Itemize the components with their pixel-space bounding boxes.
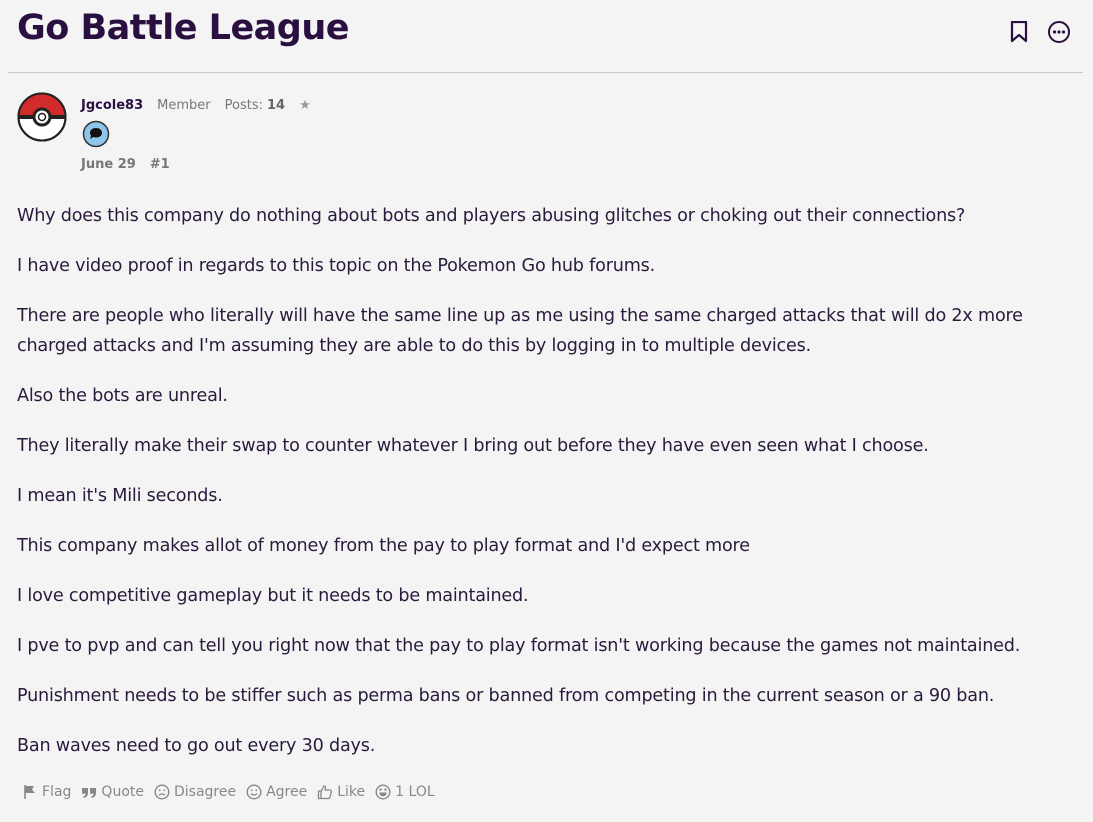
disagree-button[interactable]: Disagree xyxy=(154,784,236,800)
post-paragraph: Also the bots are unreal. xyxy=(17,386,228,406)
quote-icon xyxy=(82,788,97,798)
posts-count: 14 xyxy=(267,98,286,113)
author-role: Member xyxy=(157,98,211,113)
agree-button[interactable]: Agree xyxy=(246,784,307,800)
post-paragraph: This company makes allot of money from t… xyxy=(17,536,750,556)
star-icon: ★ xyxy=(299,98,311,113)
post-date[interactable]: June 29 xyxy=(81,157,136,172)
more-options-icon[interactable] xyxy=(1047,20,1071,44)
like-button[interactable]: Like xyxy=(317,784,365,800)
post-meta: Jgcole83 Member Posts: 14 ★ June 29 #1 xyxy=(17,92,1077,182)
like-label: Like xyxy=(337,784,366,800)
agree-label: Agree xyxy=(266,784,308,800)
post-paragraph: They literally make their swap to counte… xyxy=(17,436,929,456)
laughing-face-icon xyxy=(375,784,391,800)
post-paragraph: I pve to pvp and can tell you right now … xyxy=(17,636,1021,656)
disagree-label: Disagree xyxy=(173,784,237,800)
page-title: Go Battle League xyxy=(17,8,350,48)
bookmark-icon[interactable] xyxy=(1007,20,1031,44)
disagree-face-icon xyxy=(154,784,170,800)
lol-button[interactable]: 1 LOL xyxy=(375,784,435,800)
post-paragraph: Why does this company do nothing about b… xyxy=(17,206,966,226)
page-header: Go Battle League xyxy=(0,0,1093,73)
header-actions xyxy=(1007,20,1071,44)
header-divider xyxy=(8,72,1083,73)
flag-icon xyxy=(24,785,35,799)
post-paragraph: I love competitive gameplay but it needs… xyxy=(17,586,529,606)
posts-label: Posts: xyxy=(224,98,263,113)
quote-label: Quote xyxy=(101,784,144,800)
author-line: Jgcole83 Member Posts: 14 ★ xyxy=(81,98,311,113)
reaction-bar: Flag Quote Disagree Agree Like 1 LOL xyxy=(22,784,435,800)
author-name[interactable]: Jgcole83 xyxy=(81,98,143,113)
post-paragraph: Ban waves need to go out every 30 days. xyxy=(17,736,376,756)
lol-label: 1 LOL xyxy=(395,784,435,800)
post-paragraph: I mean it's Mili seconds. xyxy=(17,486,223,506)
avatar[interactable] xyxy=(17,92,67,142)
post-body: Why does this company do nothing about b… xyxy=(17,201,1077,781)
comment-badge-icon[interactable] xyxy=(82,120,110,148)
quote-button[interactable]: Quote xyxy=(81,784,144,800)
flag-label: Flag xyxy=(42,784,72,800)
flag-button[interactable]: Flag xyxy=(22,784,71,800)
agree-face-icon xyxy=(246,784,262,800)
post-paragraph: Punishment needs to be stiffer such as p… xyxy=(17,686,995,706)
post-date-line: June 29 #1 xyxy=(81,157,170,172)
post-paragraph: I have video proof in regards to this to… xyxy=(17,256,656,276)
thumbs-up-icon xyxy=(318,785,333,800)
post-paragraph: There are people who literally will have… xyxy=(17,306,1023,356)
post-permalink[interactable]: #1 xyxy=(150,157,170,172)
